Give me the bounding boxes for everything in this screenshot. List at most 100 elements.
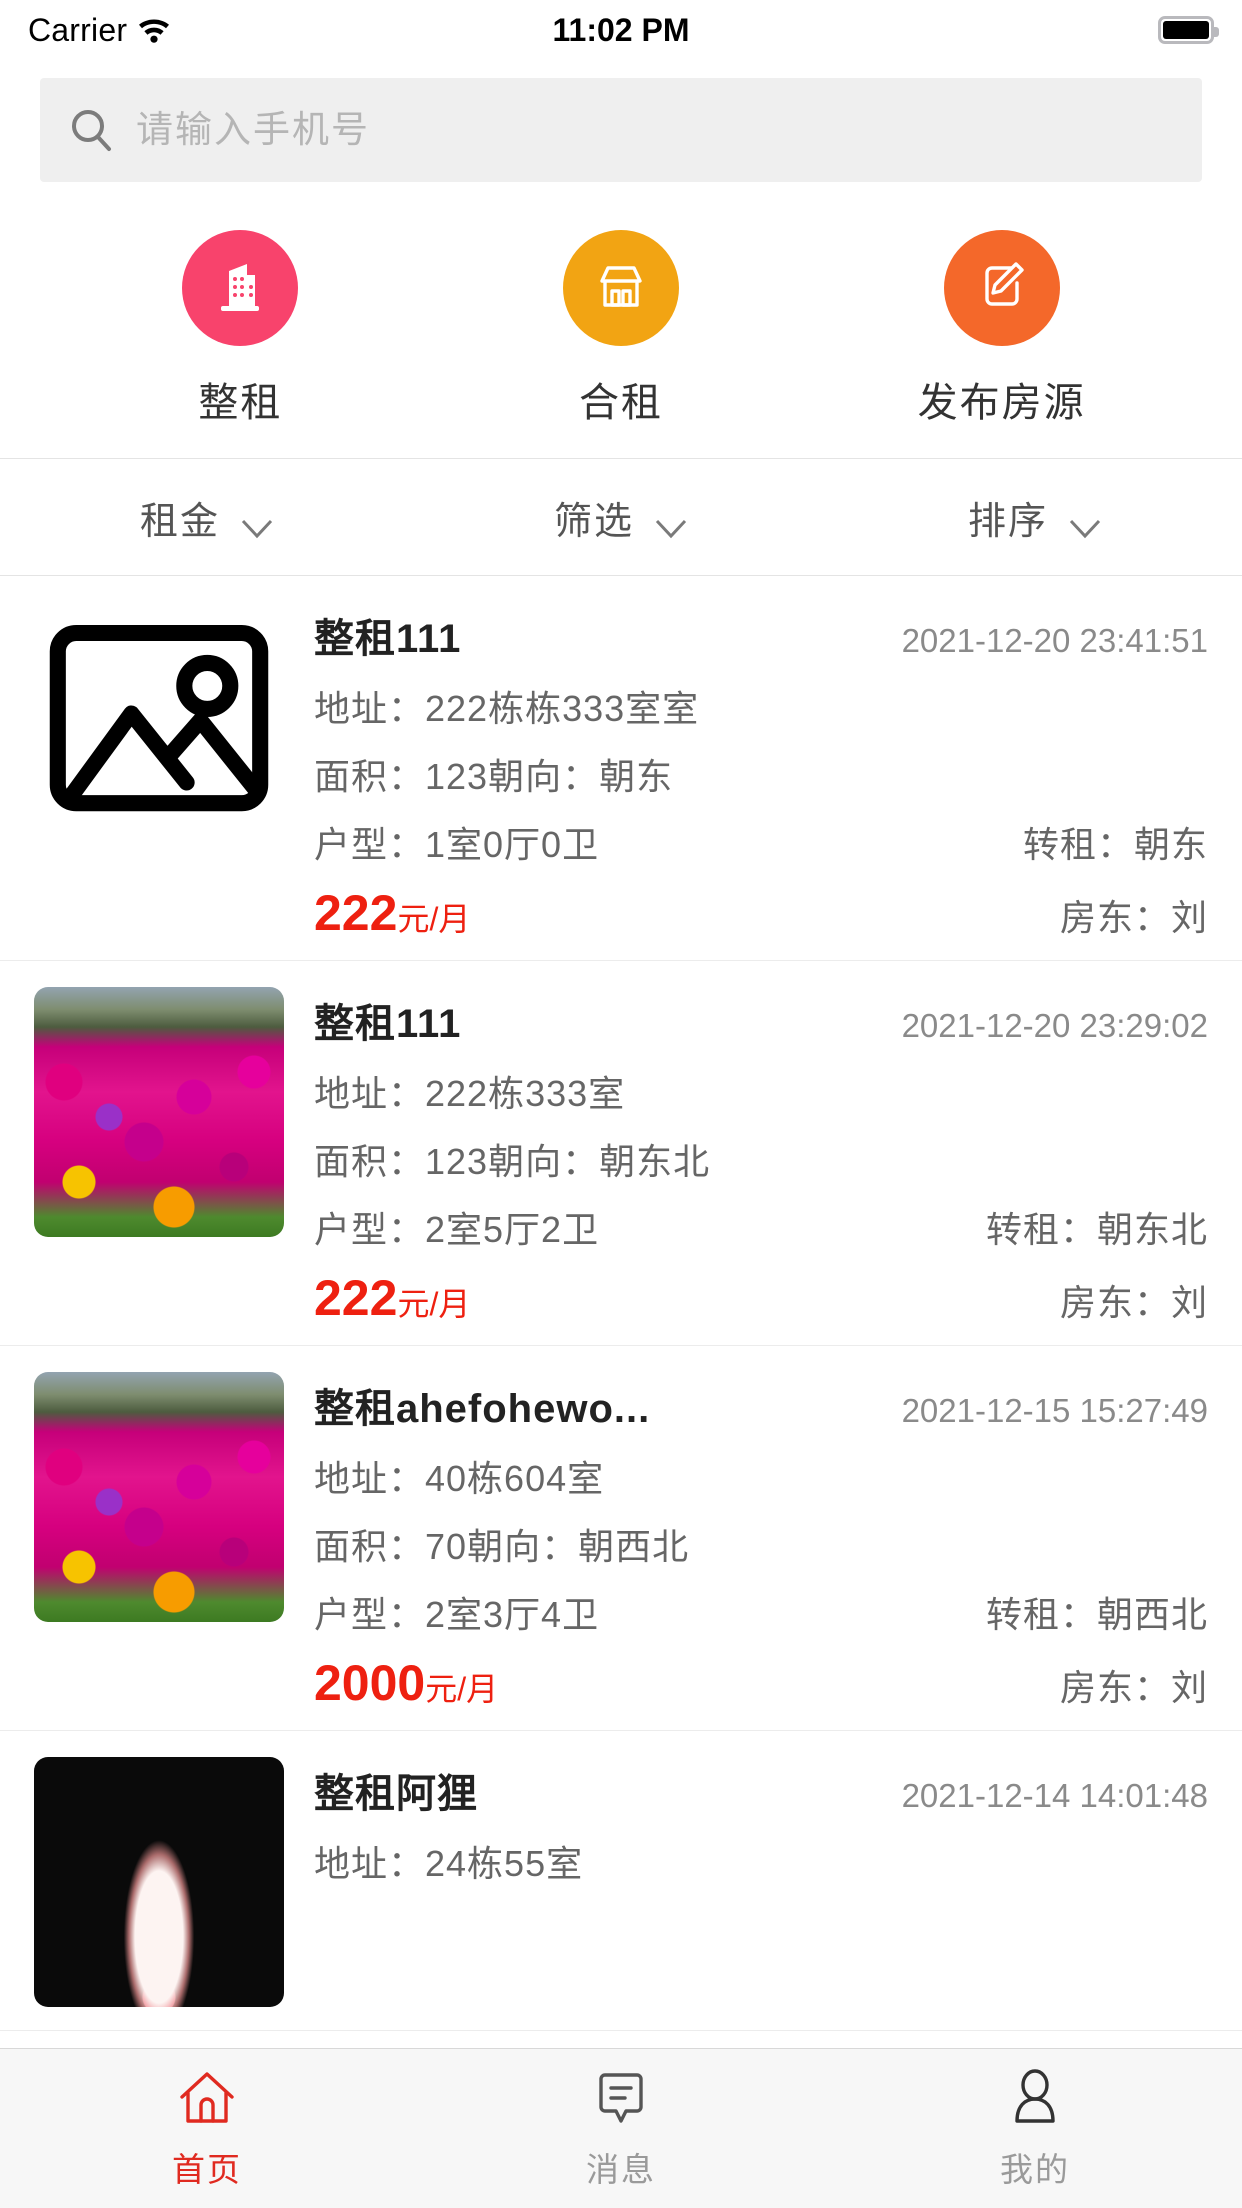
address-label: 地址： xyxy=(314,1073,426,1114)
landlord-value: 刘 xyxy=(1170,1282,1208,1323)
carrier-label: Carrier xyxy=(28,11,128,48)
landlord-value: 刘 xyxy=(1170,897,1208,938)
listing-card[interactable]: 整租111 2021-12-20 23:41:51 地址： 222栋栋333室室… xyxy=(0,576,1242,961)
listing-price: 222元/月 xyxy=(314,1269,470,1327)
quick-action-label: 发布房源 xyxy=(917,381,1086,425)
listing-area-row: 面积： 70 朝向： 朝西北 xyxy=(314,1518,1208,1570)
orientation-label: 朝向： xyxy=(467,1526,579,1567)
address-label: 地址： xyxy=(314,1458,426,1499)
tab-messages[interactable]: 消息 xyxy=(414,2049,828,2208)
chevron-down-icon xyxy=(1068,506,1102,539)
filter-label: 排序 xyxy=(967,500,1048,543)
listing-layout-row: 户型： 2室5厅2卫 转租：朝东北 xyxy=(314,1201,1208,1253)
address-value: 24栋55室 xyxy=(425,1843,584,1884)
sublet-group: 转租：朝西北 xyxy=(986,1586,1208,1638)
tab-label: 消息 xyxy=(586,2150,656,2188)
status-bar-right xyxy=(1158,16,1219,44)
listing-header: 整租阿狸 2021-12-14 14:01:48 xyxy=(314,1761,1208,1819)
search-bar[interactable] xyxy=(40,78,1202,182)
search-section xyxy=(0,60,1242,192)
listing-thumbnail[interactable] xyxy=(34,987,284,1237)
chevron-down-icon xyxy=(240,506,274,539)
tab-profile[interactable]: 我的 xyxy=(828,2049,1242,2208)
filter-rent[interactable]: 租金 xyxy=(0,459,414,575)
quick-action-whole-rent[interactable]: 整租 xyxy=(120,230,360,428)
listing-card[interactable]: 整租阿狸 2021-12-14 14:01:48 地址： 24栋55室 xyxy=(0,1731,1242,2031)
orientation-value: 朝东 xyxy=(599,756,674,797)
quick-action-label: 合租 xyxy=(578,381,663,425)
listing-thumbnail[interactable] xyxy=(34,1757,284,2007)
listing-title: 整租阿狸 xyxy=(314,1772,478,1816)
quick-action-shared-rent[interactable]: 合租 xyxy=(501,230,741,428)
listing-area-row: 面积： 123 朝向： 朝东 xyxy=(314,748,1208,800)
filter-sort[interactable]: 排序 xyxy=(828,459,1242,575)
listing-area-row: 面积： 123 朝向： 朝东北 xyxy=(314,1133,1208,1185)
status-bar-left: Carrier xyxy=(28,12,171,49)
area-label: 面积： xyxy=(314,1526,426,1567)
search-input[interactable] xyxy=(136,109,1174,151)
area-label: 面积： xyxy=(314,756,426,797)
listing-body: 整租阿狸 2021-12-14 14:01:48 地址： 24栋55室 xyxy=(314,1757,1208,2030)
listing-title: 整租111 xyxy=(314,617,462,661)
sublet-group: 转租：朝东 xyxy=(1023,816,1208,868)
quick-action-circle xyxy=(182,230,299,346)
address-value: 222栋栋333室室 xyxy=(425,688,700,729)
clock-label: 11:02 PM xyxy=(552,11,690,48)
tab-label: 我的 xyxy=(1000,2150,1070,2188)
sublet-value: 朝西北 xyxy=(1096,1594,1208,1635)
area-label: 面积： xyxy=(314,1141,426,1182)
price-unit: 元/月 xyxy=(397,1286,471,1322)
orientation-label: 朝向： xyxy=(488,756,600,797)
landlord-group: 房东：刘 xyxy=(1060,889,1208,941)
price-amount: 222 xyxy=(314,885,398,941)
landlord-label: 房东： xyxy=(1059,1667,1171,1708)
sublet-group: 转租：朝东北 xyxy=(986,1201,1208,1253)
filter-label: 租金 xyxy=(139,500,220,543)
address-label: 地址： xyxy=(314,1843,426,1884)
address-label: 地址： xyxy=(314,688,426,729)
listing-time: 2021-12-20 23:41:51 xyxy=(901,622,1208,659)
tab-bar: 首页 消息 我的 xyxy=(0,2048,1242,2208)
listing-time: 2021-12-14 14:01:48 xyxy=(901,1777,1208,1814)
orientation-label: 朝向： xyxy=(488,1141,600,1182)
price-amount: 2000 xyxy=(314,1655,426,1711)
battery-full-icon xyxy=(1158,16,1219,44)
listing-title: 整租ahefohewo... xyxy=(314,1387,651,1431)
listing-thumbnail[interactable] xyxy=(34,602,284,852)
listing-address-row: 地址： 222栋333室 xyxy=(314,1065,1208,1117)
quick-action-circle xyxy=(943,230,1060,346)
quick-actions: 整租 合租 发布房源 xyxy=(0,192,1242,458)
filter-label: 筛选 xyxy=(553,500,634,543)
listing-layout-row: 户型： 1室0厅0卫 转租：朝东 xyxy=(314,816,1208,868)
image-placeholder-icon xyxy=(44,610,274,845)
wifi-icon xyxy=(137,16,171,44)
filter-screen[interactable]: 筛选 xyxy=(414,459,828,575)
area-value: 123 xyxy=(425,756,489,797)
address-value: 40栋604室 xyxy=(425,1458,605,1499)
chevron-down-icon xyxy=(654,506,688,539)
listing-thumbnail[interactable] xyxy=(34,1372,284,1622)
listing-address-row: 地址： 24栋55室 xyxy=(314,1835,1208,1887)
home-icon xyxy=(176,2067,238,2129)
listing-card[interactable]: 整租ahefohewo... 2021-12-15 15:27:49 地址： 4… xyxy=(0,1346,1242,1731)
filter-bar: 租金 筛选 排序 xyxy=(0,458,1242,576)
layout-label: 户型： xyxy=(314,1209,426,1250)
listing-price: 2000元/月 xyxy=(314,1654,498,1712)
listing-card[interactable]: 整租111 2021-12-20 23:29:02 地址： 222栋333室 面… xyxy=(0,961,1242,1346)
listing-price-row: 222元/月 房东：刘 xyxy=(314,884,1208,942)
listing-layout-row: 户型： 2室3厅4卫 转租：朝西北 xyxy=(314,1586,1208,1638)
listing-time: 2021-12-20 23:29:02 xyxy=(901,1007,1208,1044)
sublet-label: 转租： xyxy=(1022,824,1134,865)
quick-action-publish-listing[interactable]: 发布房源 xyxy=(882,230,1122,428)
price-unit: 元/月 xyxy=(397,901,471,937)
sublet-value: 朝东 xyxy=(1133,824,1208,865)
layout-value: 2室3厅4卫 xyxy=(425,1594,600,1635)
tab-home[interactable]: 首页 xyxy=(0,2049,414,2208)
listing-header: 整租111 2021-12-20 23:41:51 xyxy=(314,606,1208,664)
landlord-group: 房东：刘 xyxy=(1060,1274,1208,1326)
layout-label: 户型： xyxy=(314,1594,426,1635)
message-icon xyxy=(590,2067,652,2129)
price-unit: 元/月 xyxy=(425,1671,499,1707)
listing-header: 整租ahefohewo... 2021-12-15 15:27:49 xyxy=(314,1376,1208,1434)
listing-list[interactable]: 整租111 2021-12-20 23:41:51 地址： 222栋栋333室室… xyxy=(0,576,1242,2048)
